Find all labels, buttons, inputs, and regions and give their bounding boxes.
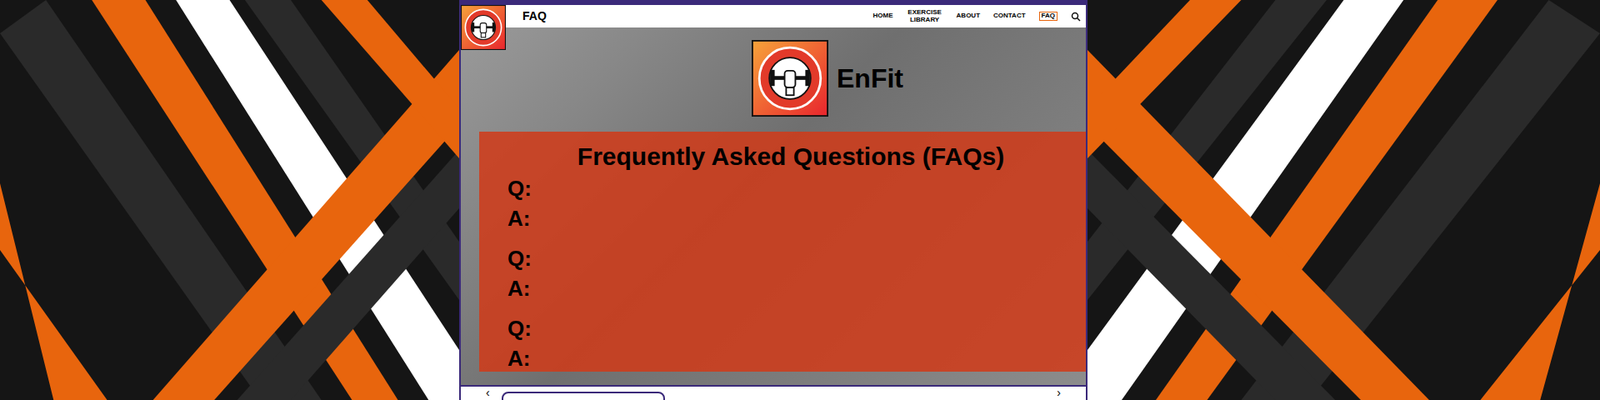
right-decoration: [1087, 0, 1600, 400]
pager-pill[interactable]: [501, 391, 665, 400]
faq-item: Q:A:: [507, 313, 1058, 374]
pager: ‹›: [460, 385, 1086, 400]
site-logo[interactable]: [460, 5, 516, 50]
site-logo-icon: [460, 5, 506, 50]
left-decoration: [0, 0, 460, 400]
pager-next[interactable]: ›: [1056, 386, 1061, 399]
brand: EnFit: [460, 27, 1086, 117]
faq-question: Q:: [507, 313, 1058, 344]
page-title: FAQ: [522, 7, 547, 25]
faq-title: Frequently Asked Questions (FAQs): [507, 141, 1058, 172]
faq-item: Q:A:: [507, 243, 1058, 304]
nav-link[interactable]: FAQ: [1039, 11, 1058, 21]
faq-panel: Frequently Asked Questions (FAQs)Q:A:Q:A…: [479, 131, 1086, 372]
left-stripes: [0, 0, 460, 400]
site-frame: FAQ HOME EXERCISE LIBRARY ABOUT CONTACT FAQ En…: [459, 0, 1088, 400]
search-icon[interactable]: [1070, 11, 1081, 22]
nav-link[interactable]: CONTACT: [993, 12, 1026, 20]
nav-link[interactable]: HOME: [873, 12, 894, 20]
faq-answer: A:: [507, 273, 1058, 304]
faq-answer: A:: [507, 203, 1058, 234]
page: FAQ HOME EXERCISE LIBRARY ABOUT CONTACT FAQ En…: [0, 0, 1600, 400]
nav-bar: FAQ HOME EXERCISE LIBRARY ABOUT CONTACT FAQ: [460, 5, 1086, 28]
right-stripes: [1087, 0, 1600, 400]
nav-link[interactable]: EXERCISE LIBRARY: [906, 9, 944, 25]
faq-question: Q:: [507, 243, 1058, 274]
pager-prev[interactable]: ‹: [485, 386, 490, 399]
brand-name: EnFit: [836, 58, 904, 99]
faq-question: Q:: [507, 173, 1058, 204]
faq-item: Q:A:: [507, 173, 1058, 234]
nav-link[interactable]: ABOUT: [956, 12, 980, 20]
faq-answer: A:: [507, 343, 1058, 374]
brand-logo-icon: [751, 40, 829, 117]
hero: EnFitFrequently Asked Questions (FAQs)Q:…: [460, 27, 1086, 385]
